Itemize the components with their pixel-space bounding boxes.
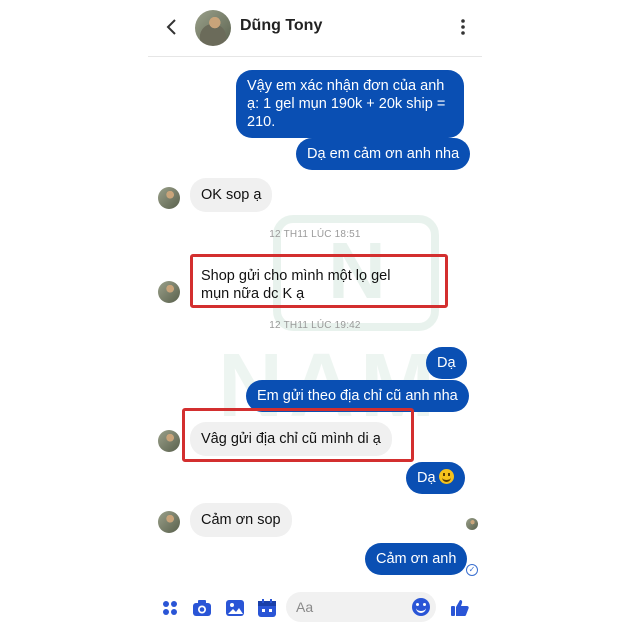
chat-screen: Dũng Tony N NAM Vậy em xác nhận đơn của … [148, 0, 482, 630]
smiling-face-icon [438, 469, 454, 484]
message-incoming: Cảm ơn sop [190, 503, 292, 537]
contact-avatar[interactable] [195, 10, 231, 46]
message-placeholder: Aa [296, 599, 314, 615]
highlight-box [182, 408, 414, 462]
message-text: Dạ [417, 470, 436, 486]
message-incoming: OK sop ạ [190, 178, 273, 212]
chat-header: Dũng Tony [148, 0, 482, 57]
highlight-box [190, 254, 448, 308]
contact-avatar-small [158, 511, 180, 533]
emoji-icon[interactable] [412, 598, 430, 616]
camera-icon[interactable] [192, 598, 212, 618]
contact-name[interactable]: Dũng Tony [240, 17, 322, 35]
message-outgoing: Cảm ơn anh [365, 543, 468, 575]
message-outgoing: Dạ [426, 347, 467, 379]
message-outgoing: Vậy em xác nhận đơn của anh ạ: 1 gel mụn… [236, 70, 464, 138]
timestamp: 12 TH11 LÚC 18:51 [269, 229, 361, 240]
vertical-dots-icon[interactable] [458, 15, 468, 39]
back-arrow-icon[interactable] [162, 16, 182, 38]
sent-check-icon: ✓ [466, 564, 478, 576]
thumbs-up-icon[interactable] [450, 598, 470, 618]
message-outgoing: Dạ [406, 462, 465, 494]
contact-avatar-small [158, 430, 180, 452]
apps-dots-icon[interactable] [160, 598, 180, 618]
message-outgoing: Dạ em cảm ơn anh nha [296, 138, 471, 170]
seen-avatar [466, 518, 478, 530]
timestamp: 12 TH11 LÚC 19:42 [269, 320, 361, 331]
message-input[interactable]: Aa [286, 592, 436, 622]
image-icon[interactable] [225, 598, 245, 618]
composer-bar: Aa [148, 588, 482, 630]
contact-avatar-small [158, 187, 180, 209]
contact-avatar-small [158, 281, 180, 303]
calendar-icon[interactable] [257, 598, 277, 618]
